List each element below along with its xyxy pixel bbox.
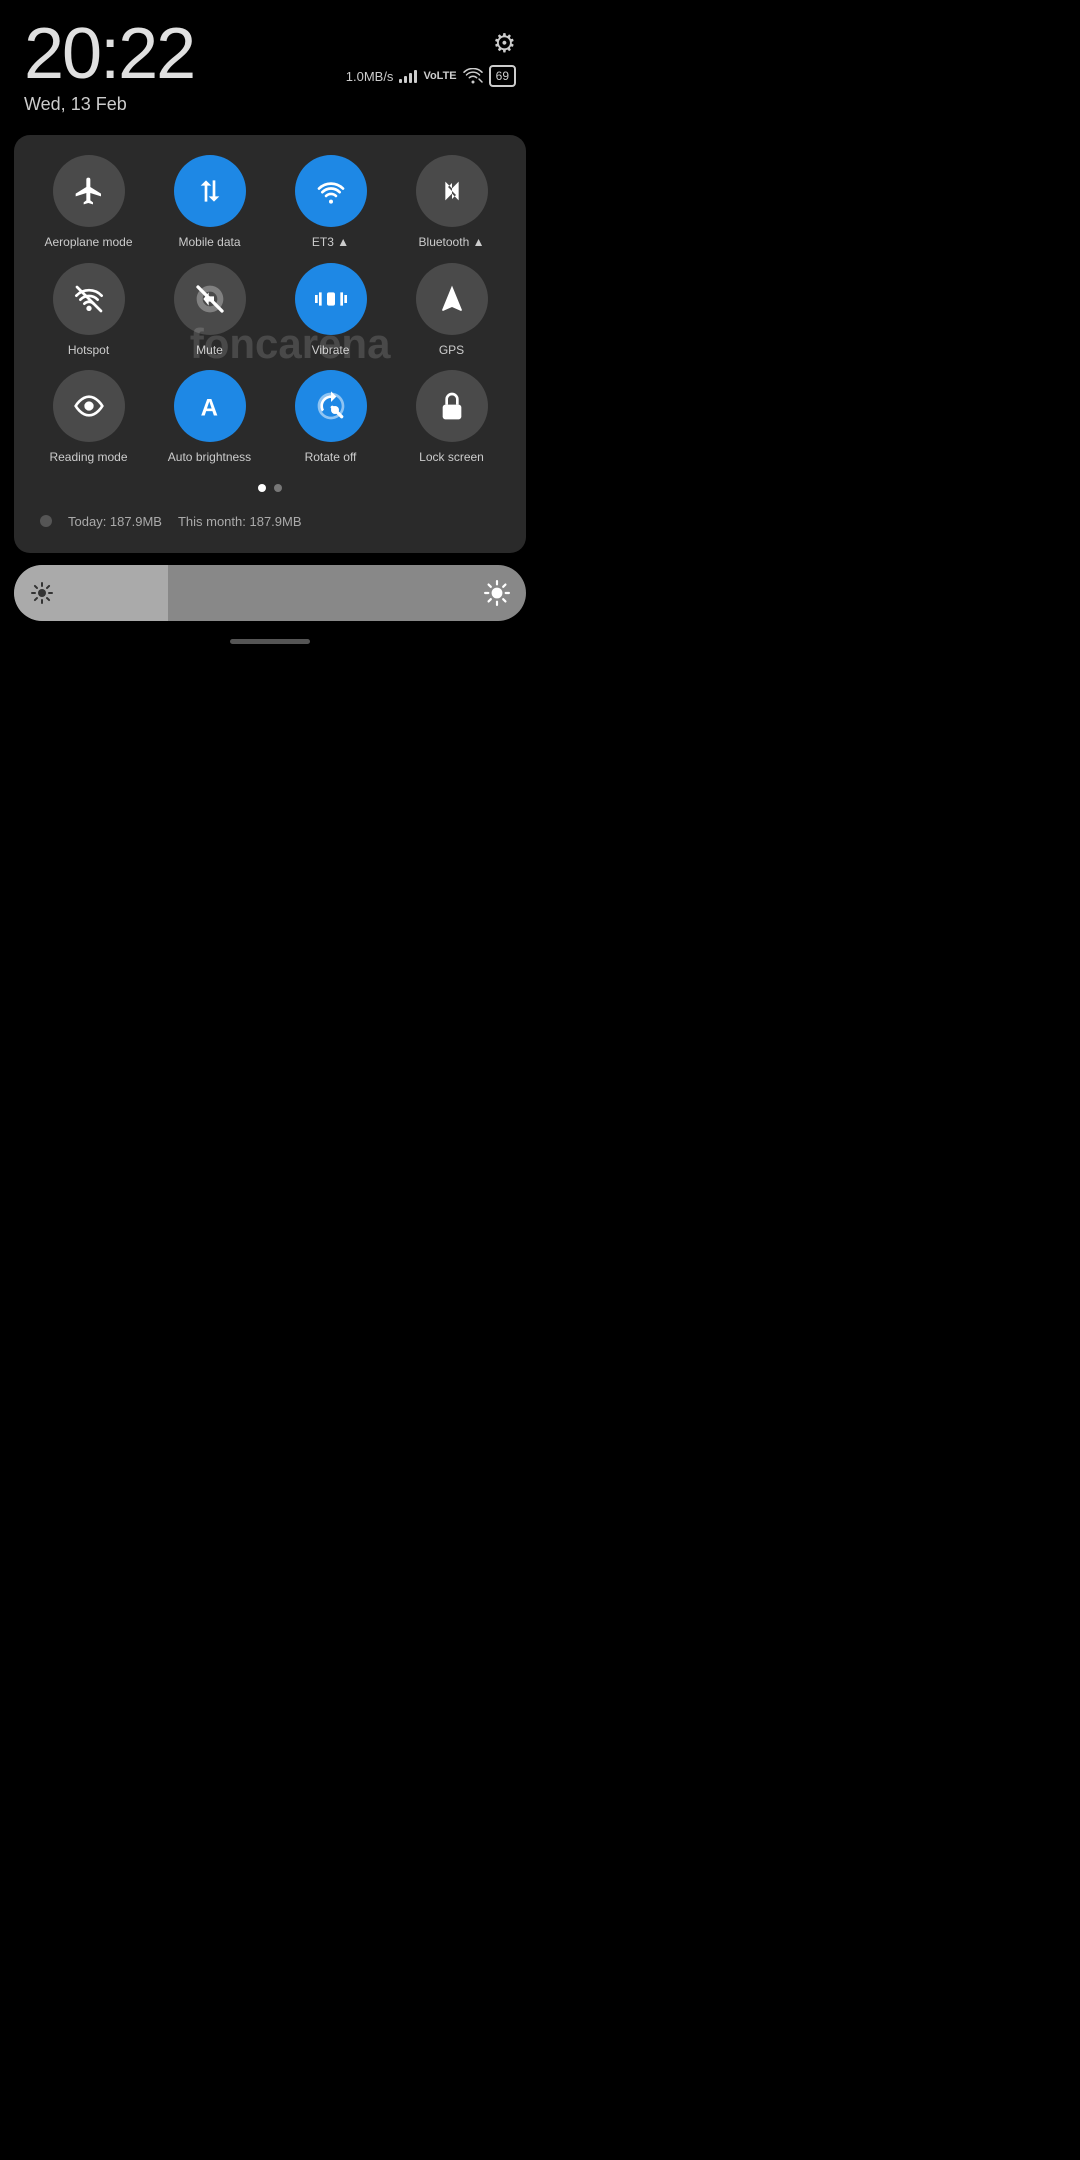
tile-circle-lockscreen bbox=[416, 370, 488, 442]
tile-label-readingmode: Reading mode bbox=[49, 450, 127, 466]
data-dot-icon bbox=[40, 515, 52, 527]
tile-label-rotateoff: Rotate off bbox=[305, 450, 357, 466]
tile-hotspot[interactable]: Hotspot bbox=[32, 263, 145, 359]
tile-circle-aeroplane bbox=[53, 155, 125, 227]
tile-circle-rotateoff bbox=[295, 370, 367, 442]
time-block: 20:22 Wed, 13 Feb bbox=[24, 18, 194, 115]
signal-bars-icon bbox=[399, 69, 417, 83]
tile-bluetooth[interactable]: Bluetooth ▲ bbox=[395, 155, 508, 251]
tile-label-autobrightness: Auto brightness bbox=[168, 450, 251, 466]
data-usage: Today: 187.9MB This month: 187.9MB bbox=[24, 506, 516, 533]
tile-wifi[interactable]: ET3 ▲ bbox=[274, 155, 387, 251]
month-usage: This month: 187.9MB bbox=[178, 514, 302, 529]
tile-circle-bluetooth bbox=[416, 155, 488, 227]
tile-readingmode[interactable]: Reading mode bbox=[32, 370, 145, 466]
tile-vibrate[interactable]: Vibrate bbox=[274, 263, 387, 359]
brightness-slider[interactable] bbox=[14, 565, 526, 621]
tile-circle-gps bbox=[416, 263, 488, 335]
tile-gps[interactable]: GPS bbox=[395, 263, 508, 359]
pagination bbox=[24, 484, 516, 492]
tile-label-mobiledata: Mobile data bbox=[178, 235, 240, 251]
tile-label-bluetooth: Bluetooth ▲ bbox=[419, 235, 485, 251]
tile-label-aeroplane: Aeroplane mode bbox=[44, 235, 132, 251]
brightness-high-icon bbox=[484, 580, 510, 606]
quick-settings-panel: Aeroplane mode Mobile data ET3 ▲ Bluetoo… bbox=[14, 135, 526, 553]
status-icons: 1.0MB/s VoLTE bbox=[346, 65, 516, 87]
today-usage: Today: 187.9MB bbox=[68, 514, 162, 529]
pagination-dot-0[interactable] bbox=[258, 484, 266, 492]
tile-lockscreen[interactable]: Lock screen bbox=[395, 370, 508, 466]
tiles-grid: Aeroplane mode Mobile data ET3 ▲ Bluetoo… bbox=[24, 155, 516, 466]
settings-icon[interactable]: ⚙ bbox=[493, 28, 516, 59]
nav-handle bbox=[230, 639, 310, 644]
tile-circle-vibrate bbox=[295, 263, 367, 335]
nav-bar bbox=[0, 639, 540, 644]
tile-circle-wifi bbox=[295, 155, 367, 227]
battery-indicator: 69 bbox=[489, 65, 516, 87]
tile-circle-mobiledata bbox=[174, 155, 246, 227]
data-speed: 1.0MB/s bbox=[346, 69, 394, 84]
svg-text:A: A bbox=[200, 395, 217, 422]
pagination-dot-1[interactable] bbox=[274, 484, 282, 492]
clock: 20:22 bbox=[24, 18, 194, 90]
quick-panel-wrapper: Aeroplane mode Mobile data ET3 ▲ Bluetoo… bbox=[0, 135, 540, 553]
tile-label-mute: Mute bbox=[196, 343, 223, 359]
date: Wed, 13 Feb bbox=[24, 94, 194, 115]
tile-mute[interactable]: Mute bbox=[153, 263, 266, 359]
tile-circle-mute bbox=[174, 263, 246, 335]
tile-label-lockscreen: Lock screen bbox=[419, 450, 484, 466]
tile-mobiledata[interactable]: Mobile data bbox=[153, 155, 266, 251]
tile-autobrightness[interactable]: A Auto brightness bbox=[153, 370, 266, 466]
tile-label-hotspot: Hotspot bbox=[68, 343, 109, 359]
status-bar: 20:22 Wed, 13 Feb ⚙ 1.0MB/s VoLTE bbox=[0, 0, 540, 123]
tile-label-wifi: ET3 ▲ bbox=[312, 235, 349, 251]
brightness-low-icon bbox=[30, 581, 54, 605]
tile-circle-autobrightness: A bbox=[174, 370, 246, 442]
tile-label-gps: GPS bbox=[439, 343, 464, 359]
tile-label-vibrate: Vibrate bbox=[312, 343, 350, 359]
tile-rotateoff[interactable]: Rotate off bbox=[274, 370, 387, 466]
tile-circle-hotspot bbox=[53, 263, 125, 335]
tile-circle-readingmode bbox=[53, 370, 125, 442]
tile-aeroplane[interactable]: Aeroplane mode bbox=[32, 155, 145, 251]
status-right: ⚙ 1.0MB/s VoLTE bbox=[346, 18, 516, 87]
volte-icon: VoLTE bbox=[423, 70, 456, 82]
wifi-status-icon bbox=[463, 68, 483, 84]
